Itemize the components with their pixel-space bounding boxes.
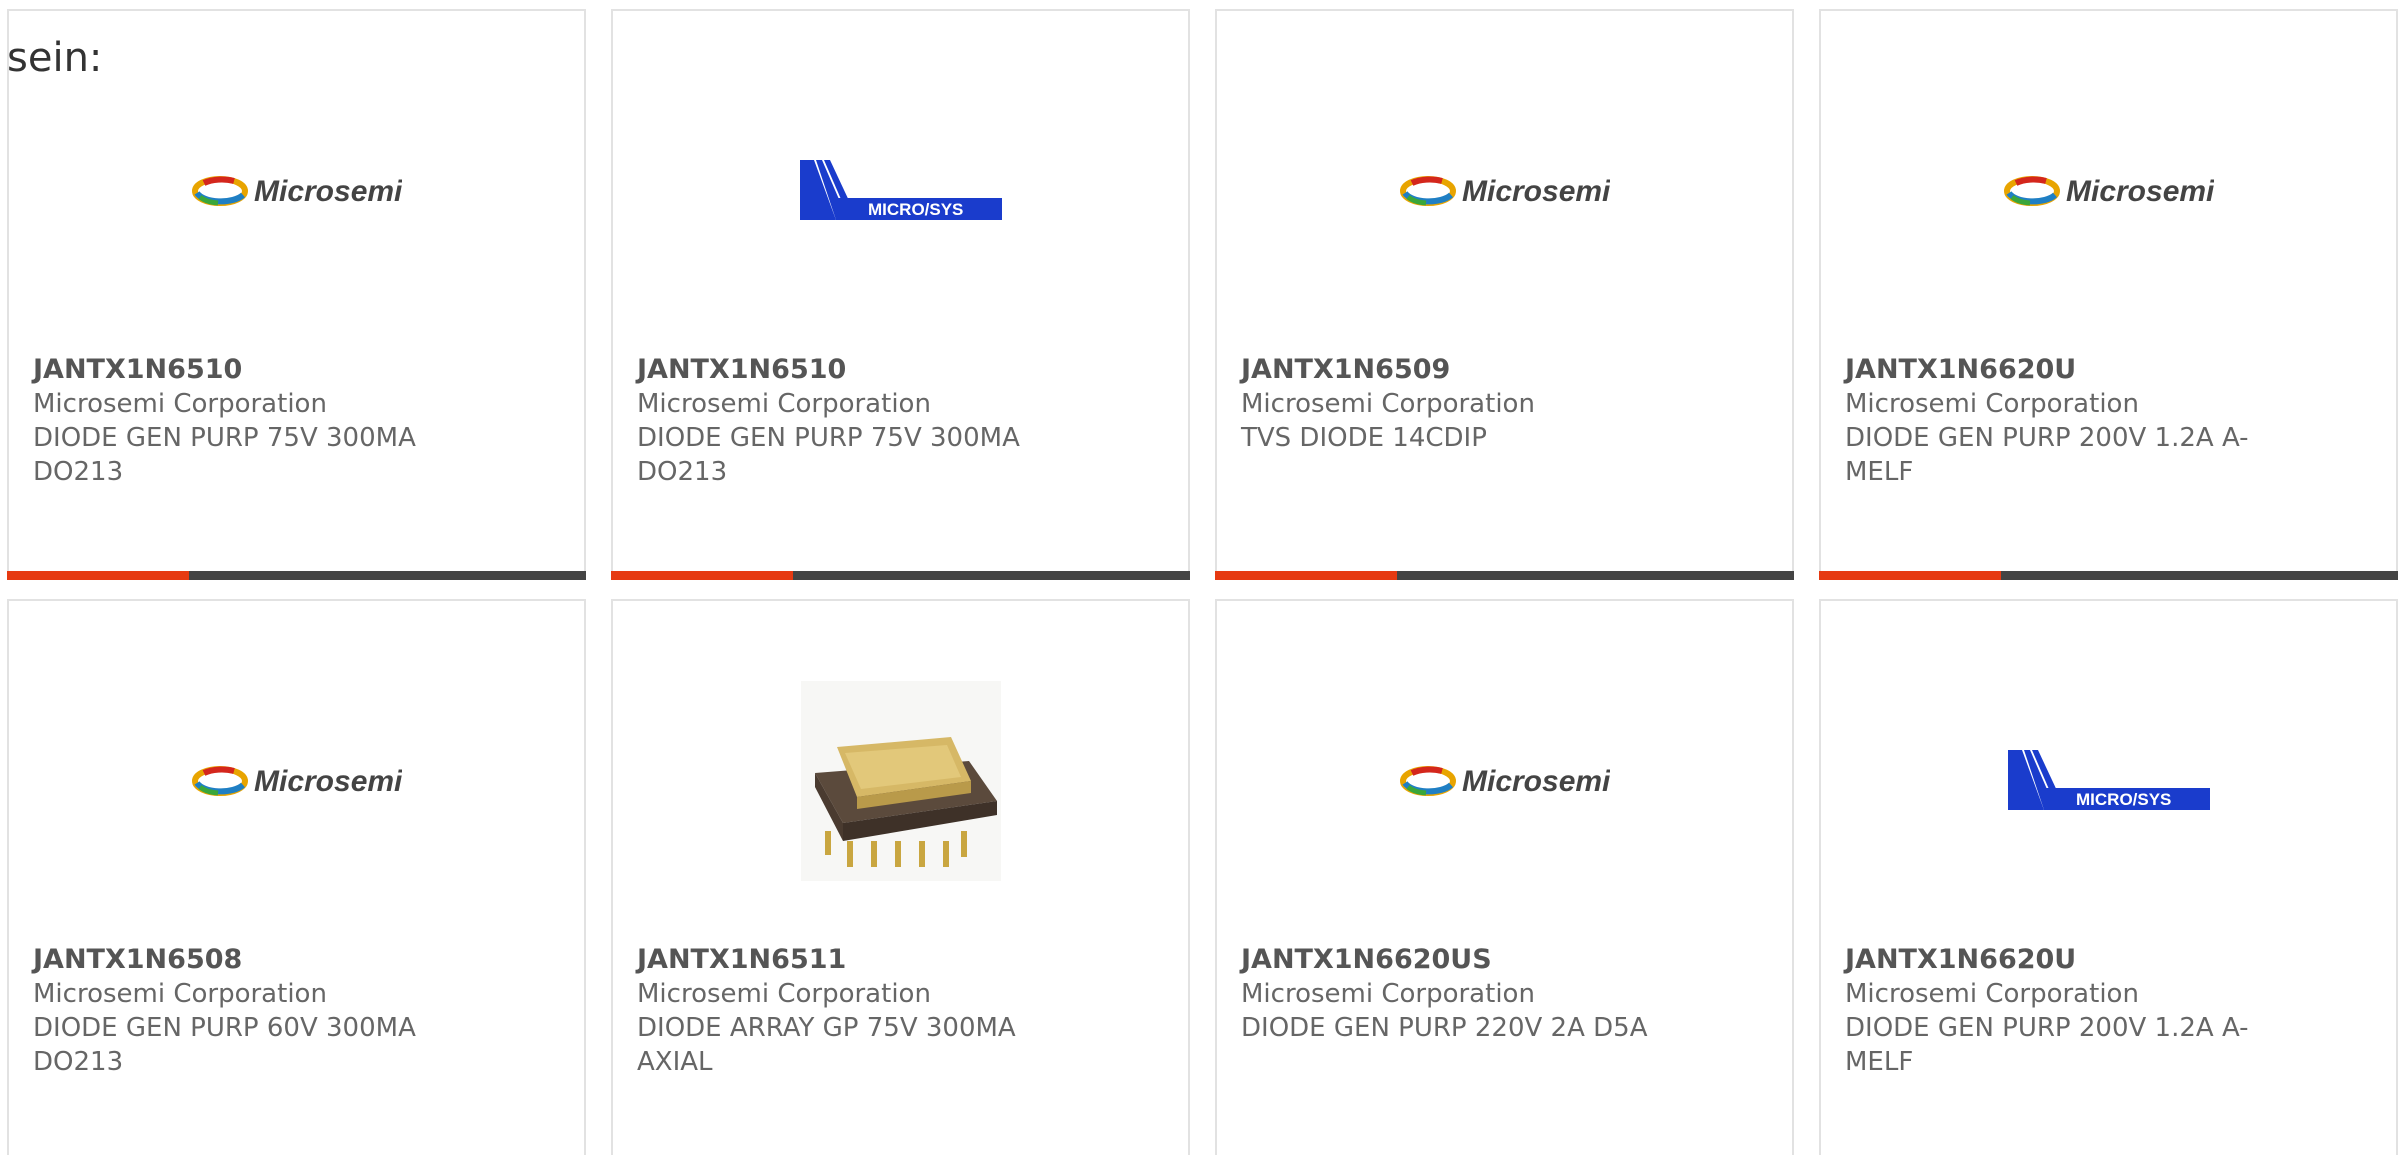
product-info: JANTX1N6620US Microsemi Corporation DIOD… [1241, 943, 1681, 1045]
manufacturer-name: Microsemi Corporation [33, 389, 327, 419]
product-info: JANTX1N6620U Microsemi Corporation DIODE… [1845, 353, 2285, 489]
part-number-link[interactable]: JANTX1N6509 [1241, 353, 1681, 387]
manufacturer-name: Microsemi Corporation [637, 389, 931, 419]
manufacturer-name: Microsemi Corporation [1241, 979, 1535, 1009]
product-description: DIODE GEN PURP 75V 300MA DO213 [637, 423, 1020, 487]
product-image[interactable]: Microsemi [1217, 71, 1792, 311]
product-image[interactable]: MICRO/SYS [1821, 661, 2396, 901]
product-card[interactable]: MICRO/SYS JANTX1N6510 Microsemi Corporat… [611, 9, 1190, 580]
product-info: JANTX1N6508 Microsemi Corporation DIODE … [33, 943, 473, 1079]
product-description: DIODE GEN PURP 75V 300MA DO213 [33, 423, 416, 487]
product-image[interactable]: MICRO/SYS [613, 71, 1188, 311]
manufacturer-name: Microsemi Corporation [1845, 389, 2139, 419]
manufacturer-name: Microsemi Corporation [33, 979, 327, 1009]
svg-text:Microsemi: Microsemi [254, 765, 402, 798]
microsemi-logo-icon: Microsemi [1399, 171, 1610, 211]
microsemi-logo-icon: Microsemi [1399, 761, 1610, 801]
card-accent-bar [1819, 571, 2002, 580]
manufacturer-name: Microsemi Corporation [1241, 389, 1535, 419]
part-number-link[interactable]: JANTX1N6620U [1845, 353, 2285, 387]
manufacturer-name: Microsemi Corporation [637, 979, 931, 1009]
card-accent-bar [611, 571, 794, 580]
product-description: DIODE GEN PURP 60V 300MA DO213 [33, 1013, 416, 1077]
product-image[interactable]: Microsemi [9, 661, 584, 901]
microsys-logo-icon: MICRO/SYS [2004, 748, 2214, 814]
manufacturer-name: Microsemi Corporation [1845, 979, 2139, 1009]
product-description: DIODE GEN PURP 220V 2A D5A [1241, 1013, 1648, 1043]
card-bottom-bar [1215, 571, 1794, 580]
microsys-logo-icon: MICRO/SYS [796, 158, 1006, 224]
product-card[interactable]: JANTX1N6511 Microsemi Corporation DIODE … [611, 599, 1190, 1155]
card-bottom-bar [611, 571, 1190, 580]
section-heading: sein: [7, 35, 103, 81]
svg-text:MICRO/SYS: MICRO/SYS [868, 200, 963, 219]
product-description: TVS DIODE 14CDIP [1241, 423, 1487, 453]
card-accent-bar [1215, 571, 1398, 580]
svg-text:Microsemi: Microsemi [254, 175, 402, 208]
product-info: JANTX1N6620U Microsemi Corporation DIODE… [1845, 943, 2285, 1079]
product-card[interactable]: Microsemi JANTX1N6509 Microsemi Corporat… [1215, 9, 1794, 580]
svg-text:Microsemi: Microsemi [1462, 765, 1610, 798]
product-description: DIODE ARRAY GP 75V 300MA AXIAL [637, 1013, 1016, 1077]
product-image[interactable]: Microsemi [1821, 71, 2396, 311]
svg-text:MICRO/SYS: MICRO/SYS [2076, 790, 2171, 809]
product-image[interactable]: Microsemi [9, 71, 584, 311]
part-number-link[interactable]: JANTX1N6508 [33, 943, 473, 977]
product-card[interactable]: MICRO/SYS JANTX1N6620U Microsemi Corpora… [1819, 599, 2398, 1155]
part-number-link[interactable]: JANTX1N6620US [1241, 943, 1681, 977]
product-card[interactable]: Microsemi JANTX1N6620U Microsemi Corpora… [1819, 9, 2398, 580]
microsemi-logo-icon: Microsemi [191, 171, 402, 211]
svg-text:Microsemi: Microsemi [2066, 175, 2214, 208]
part-number-link[interactable]: JANTX1N6510 [637, 353, 1077, 387]
card-accent-bar [7, 571, 190, 580]
microsemi-logo-icon: Microsemi [191, 761, 402, 801]
card-bottom-bar [1819, 571, 2398, 580]
product-info: JANTX1N6511 Microsemi Corporation DIODE … [637, 943, 1077, 1079]
product-grid-page: sein: Microsemi JANTX1N6510 Microsemi Co… [0, 0, 2400, 1155]
dip-chip-icon [800, 681, 1001, 881]
product-description: DIODE GEN PURP 200V 1.2A A-MELF [1845, 423, 2249, 487]
svg-text:Microsemi: Microsemi [1462, 175, 1610, 208]
part-number-link[interactable]: JANTX1N6620U [1845, 943, 2285, 977]
product-image[interactable] [613, 661, 1188, 901]
microsemi-logo-icon: Microsemi [2003, 171, 2214, 211]
product-card[interactable]: Microsemi JANTX1N6508 Microsemi Corporat… [7, 599, 586, 1155]
product-info: JANTX1N6510 Microsemi Corporation DIODE … [637, 353, 1077, 489]
product-info: JANTX1N6509 Microsemi Corporation TVS DI… [1241, 353, 1681, 455]
product-description: DIODE GEN PURP 200V 1.2A A-MELF [1845, 1013, 2249, 1077]
part-number-link[interactable]: JANTX1N6511 [637, 943, 1077, 977]
product-card[interactable]: Microsemi JANTX1N6510 Microsemi Corporat… [7, 9, 586, 580]
product-card[interactable]: Microsemi JANTX1N6620US Microsemi Corpor… [1215, 599, 1794, 1155]
card-bottom-bar [7, 571, 586, 580]
part-number-link[interactable]: JANTX1N6510 [33, 353, 473, 387]
product-image[interactable]: Microsemi [1217, 661, 1792, 901]
product-info: JANTX1N6510 Microsemi Corporation DIODE … [33, 353, 473, 489]
